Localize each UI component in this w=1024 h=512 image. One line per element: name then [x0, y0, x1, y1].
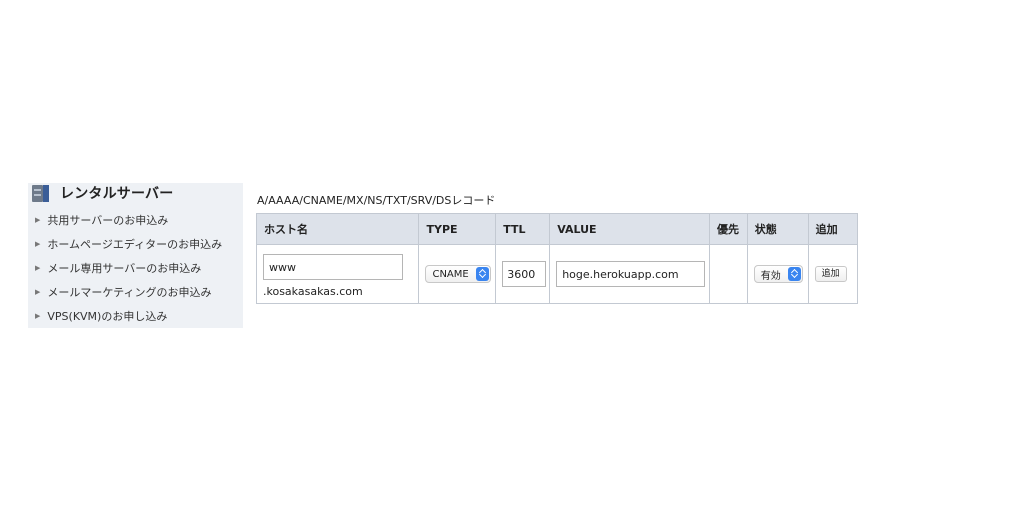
- host-input[interactable]: [263, 254, 403, 280]
- value-cell: [549, 244, 711, 304]
- chevron-updown-icon: [787, 267, 801, 281]
- state-select[interactable]: 有効: [753, 265, 803, 283]
- header-priority: 優先: [709, 213, 748, 245]
- sidebar-item-label: VPS(KVM)のお申し込み: [47, 310, 168, 323]
- server-icon: [32, 184, 50, 202]
- dns-record-table: ホスト名 TYPE TTL VALUE 優先 状態 追加 .kosakasaka…: [255, 213, 859, 304]
- sidebar-item-label: ホームページエディターのお申込み: [47, 238, 223, 251]
- state-select-value: 有効: [760, 270, 781, 282]
- header-state: 状態: [746, 213, 809, 245]
- header-value: VALUE: [549, 213, 711, 245]
- host-cell: .kosakasakas.com: [255, 244, 420, 304]
- chevron-updown-icon: [475, 267, 489, 281]
- ttl-input[interactable]: [502, 261, 547, 287]
- sidebar-item-mail-server[interactable]: ▶ メール専用サーバーのお申込み: [28, 256, 243, 280]
- add-cell: 追加: [807, 244, 859, 304]
- value-input[interactable]: [556, 261, 706, 287]
- state-cell: 有効: [746, 244, 809, 304]
- sidebar-item-vps[interactable]: ▶ VPS(KVM)のお申し込み: [28, 304, 243, 328]
- dns-section-title: A/AAAA/CNAME/MX/NS/TXT/SRV/DSレコード: [257, 194, 496, 207]
- sidebar-item-shared-server[interactable]: ▶ 共用サーバーのお申込み: [28, 208, 243, 232]
- add-record-button[interactable]: 追加: [814, 266, 847, 282]
- table-row: .kosakasakas.com CNAME 有効: [255, 244, 859, 304]
- type-select[interactable]: CNAME: [425, 265, 491, 283]
- sidebar-item-mail-marketing[interactable]: ▶ メールマーケティングのお申込み: [28, 280, 243, 304]
- sidebar-menu: ▶ 共用サーバーのお申込み ▶ ホームページエディターのお申込み ▶ メール専用…: [28, 208, 243, 328]
- sidebar-item-homepage-editor[interactable]: ▶ ホームページエディターのお申込み: [28, 232, 243, 256]
- bullet-icon: ▶: [35, 264, 41, 272]
- priority-cell: [709, 244, 748, 304]
- sidebar-item-label: メール専用サーバーのお申込み: [47, 262, 202, 275]
- bullet-icon: ▶: [35, 288, 41, 296]
- header-host: ホスト名: [255, 213, 420, 245]
- sidebar-item-label: 共用サーバーのお申込み: [47, 214, 169, 227]
- table-header-row: ホスト名 TYPE TTL VALUE 優先 状態 追加: [255, 213, 859, 245]
- bullet-icon: ▶: [35, 240, 41, 248]
- host-domain-suffix: .kosakasakas.com: [263, 285, 363, 298]
- bullet-icon: ▶: [35, 312, 41, 320]
- sidebar-item-label: メールマーケティングのお申込み: [47, 286, 212, 299]
- ttl-cell: [495, 244, 551, 304]
- header-type: TYPE: [418, 213, 497, 245]
- bullet-icon: ▶: [35, 216, 41, 224]
- header-ttl: TTL: [495, 213, 551, 245]
- sidebar-title: レンタルサーバー: [60, 186, 174, 202]
- sidebar-header: レンタルサーバー: [28, 184, 243, 202]
- header-add: 追加: [807, 213, 859, 245]
- type-cell: CNAME: [418, 244, 497, 304]
- type-select-value: CNAME: [432, 268, 469, 280]
- sidebar: レンタルサーバー ▶ 共用サーバーのお申込み ▶ ホームページエディターのお申込…: [28, 183, 243, 328]
